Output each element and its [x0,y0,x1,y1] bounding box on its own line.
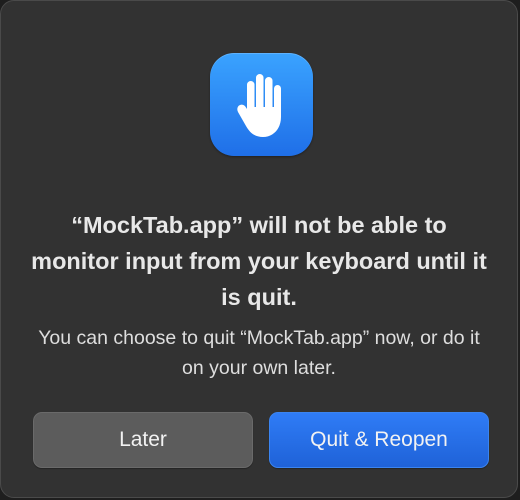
alert-title: “MockTab.app” will not be able to monito… [31,212,487,310]
later-button[interactable]: Later [33,412,253,468]
hand-glyph [236,73,281,137]
alert-message: You can choose to quit “MockTab.app” now… [38,327,480,379]
quit-reopen-button[interactable]: Quit & Reopen [269,412,489,468]
raised-hand-icon [210,53,313,156]
permission-alert-dialog: “MockTab.app” will not be able to monito… [0,0,518,498]
